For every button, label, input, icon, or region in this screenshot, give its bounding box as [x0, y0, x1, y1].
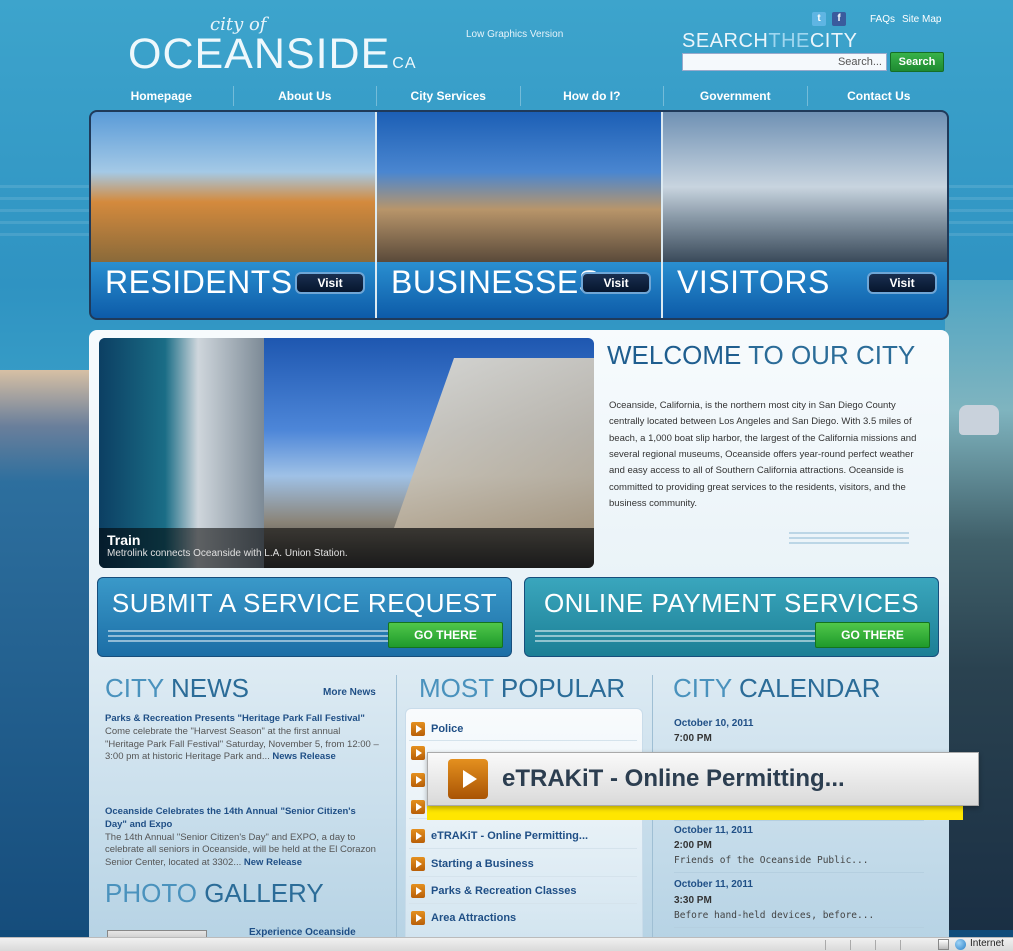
zoomed-link-text: eTRAKiT - Online Permitting...: [502, 765, 845, 792]
search-button[interactable]: Search: [890, 52, 944, 72]
city-news-title: CITY NEWS: [105, 673, 249, 703]
station-canopy: [394, 358, 594, 528]
photo-gallery-title: PHOTO GALLERY: [105, 878, 324, 908]
faqs-link[interactable]: FAQs: [870, 14, 895, 25]
site-map-link[interactable]: Site Map: [902, 14, 941, 25]
column-divider: [396, 675, 397, 945]
residents-photo: [91, 112, 375, 262]
nav-government[interactable]: Government: [664, 86, 808, 106]
zoom-highlight-bar: [427, 806, 963, 820]
content-card: Train Metrolink connects Oceanside with …: [89, 330, 949, 951]
nav-about-us[interactable]: About Us: [234, 86, 377, 106]
calendar-description: Friends of the Oceanside Public...: [674, 855, 869, 866]
visitors-panel[interactable]: VISITORS Visit: [663, 112, 947, 318]
right-scenery: [945, 280, 1013, 930]
search-label: SEARCHTHECITY: [682, 30, 858, 52]
play-arrow-icon: [411, 722, 425, 736]
calendar-date[interactable]: October 11, 2011: [674, 879, 753, 890]
city-calendar-title: CITY CALENDAR: [673, 673, 881, 703]
service-request-title: SUBMIT A SERVICE REQUEST: [111, 588, 498, 618]
right-car: [959, 405, 999, 435]
zoomed-etrakit-link[interactable]: eTRAKiT - Online Permitting...: [427, 752, 979, 806]
popular-item-hidden[interactable]: [411, 798, 425, 816]
feature-subtitle: Metrolink connects Oceanside with L.A. U…: [107, 548, 348, 559]
most-popular-title: MOST POPULAR: [419, 673, 626, 703]
feature-title: Train: [107, 532, 141, 548]
news-body: The 14th Annual "Senior Citizen's Day" a…: [105, 831, 376, 869]
news-item: Oceanside Celebrates the 14th Annual "Se…: [105, 806, 380, 870]
nav-contact-us[interactable]: Contact Us: [808, 86, 951, 106]
businesses-title: BUSINESSES: [391, 264, 601, 300]
audience-panels: RESIDENTS Visit BUSINESSES Visit VISITOR…: [89, 110, 949, 320]
nav-homepage[interactable]: Homepage: [90, 86, 234, 106]
businesses-photo: [377, 112, 661, 262]
more-news-link[interactable]: More News: [323, 687, 376, 698]
welcome-text: Oceanside, California, is the northern m…: [609, 400, 917, 509]
play-arrow-icon: [411, 857, 425, 871]
businesses-visit-button[interactable]: Visit: [581, 272, 651, 294]
low-graphics-link[interactable]: Low Graphics Version: [466, 29, 563, 40]
logo-main-text: OCEANSIDE: [128, 30, 391, 78]
decorative-lines: [789, 532, 909, 546]
calendar-date[interactable]: October 10, 2011: [674, 718, 754, 729]
residents-panel[interactable]: RESIDENTS Visit: [91, 112, 377, 318]
search-input[interactable]: [682, 53, 887, 71]
play-arrow-icon: [411, 911, 425, 925]
visitors-visit-button[interactable]: Visit: [867, 272, 937, 294]
calendar-time: 7:00 PM: [674, 733, 712, 744]
play-arrow-icon: [411, 829, 425, 843]
security-icon: [938, 939, 949, 950]
residents-title: RESIDENTS: [105, 264, 293, 300]
popular-item-hidden[interactable]: [411, 744, 425, 762]
nav-how-do-i[interactable]: How do I?: [521, 86, 664, 106]
calendar-time: 3:30 PM: [674, 895, 712, 906]
site-logo[interactable]: OCEANSIDE CA: [128, 30, 417, 79]
calendar-time: 2:00 PM: [674, 840, 712, 851]
visitors-photo: [663, 112, 947, 262]
service-request-go-button[interactable]: GO THERE: [388, 622, 503, 648]
feature-caption: Train Metrolink connects Oceanside with …: [99, 528, 594, 568]
play-arrow-icon: [411, 773, 425, 787]
globe-icon: [955, 939, 966, 950]
service-request-banner[interactable]: SUBMIT A SERVICE REQUEST GO THERE: [97, 577, 512, 657]
popular-item-hidden[interactable]: [411, 771, 425, 789]
zone-label: Internet: [970, 938, 1004, 949]
twitter-icon[interactable]: t: [812, 12, 826, 26]
play-arrow-icon: [411, 884, 425, 898]
social-icons: t f: [812, 12, 846, 26]
online-payment-title: ONLINE PAYMENT SERVICES: [543, 588, 920, 618]
popular-item-parks-classes[interactable]: Parks & Recreation Classes: [411, 882, 577, 900]
logo-suffix: CA: [392, 55, 417, 72]
residents-visit-button[interactable]: Visit: [295, 272, 365, 294]
calendar-date[interactable]: October 11, 2011: [674, 825, 753, 836]
news-headline[interactable]: Parks & Recreation Presents "Heritage Pa…: [105, 713, 380, 726]
calendar-description: Before hand-held devices, before...: [674, 910, 875, 921]
news-item: Parks & Recreation Presents "Heritage Pa…: [105, 713, 380, 764]
visitors-title: VISITORS: [677, 264, 830, 300]
top-links: FAQs Site Map: [870, 14, 941, 25]
welcome-title: WELCOME TO OUR CITY: [607, 340, 916, 370]
online-payment-go-button[interactable]: GO THERE: [815, 622, 930, 648]
news-headline[interactable]: Oceanside Celebrates the 14th Annual "Se…: [105, 806, 380, 832]
popular-item-area-attractions[interactable]: Area Attractions: [411, 909, 516, 927]
feature-image[interactable]: Train Metrolink connects Oceanside with …: [99, 338, 594, 568]
facebook-icon[interactable]: f: [832, 12, 846, 26]
play-arrow-icon: [448, 759, 488, 799]
popular-item-etrakit[interactable]: eTRAKiT - Online Permitting...: [411, 827, 588, 845]
news-tag[interactable]: News Release: [272, 751, 335, 762]
news-tag[interactable]: New Release: [244, 857, 302, 868]
nav-city-services[interactable]: City Services: [377, 86, 521, 106]
play-arrow-icon: [411, 746, 425, 760]
online-payment-banner[interactable]: ONLINE PAYMENT SERVICES GO THERE: [524, 577, 939, 657]
popular-item-starting-business[interactable]: Starting a Business: [411, 855, 534, 873]
play-arrow-icon: [411, 800, 425, 814]
left-scenery: [0, 370, 90, 930]
news-body: Come celebrate the "Harvest Season" at t…: [105, 725, 379, 763]
popular-item-police[interactable]: Police: [411, 720, 463, 738]
businesses-panel[interactable]: BUSINESSES Visit: [377, 112, 663, 318]
main-nav: Homepage About Us City Services How do I…: [90, 86, 950, 106]
browser-status-bar: Internet: [0, 937, 1013, 951]
